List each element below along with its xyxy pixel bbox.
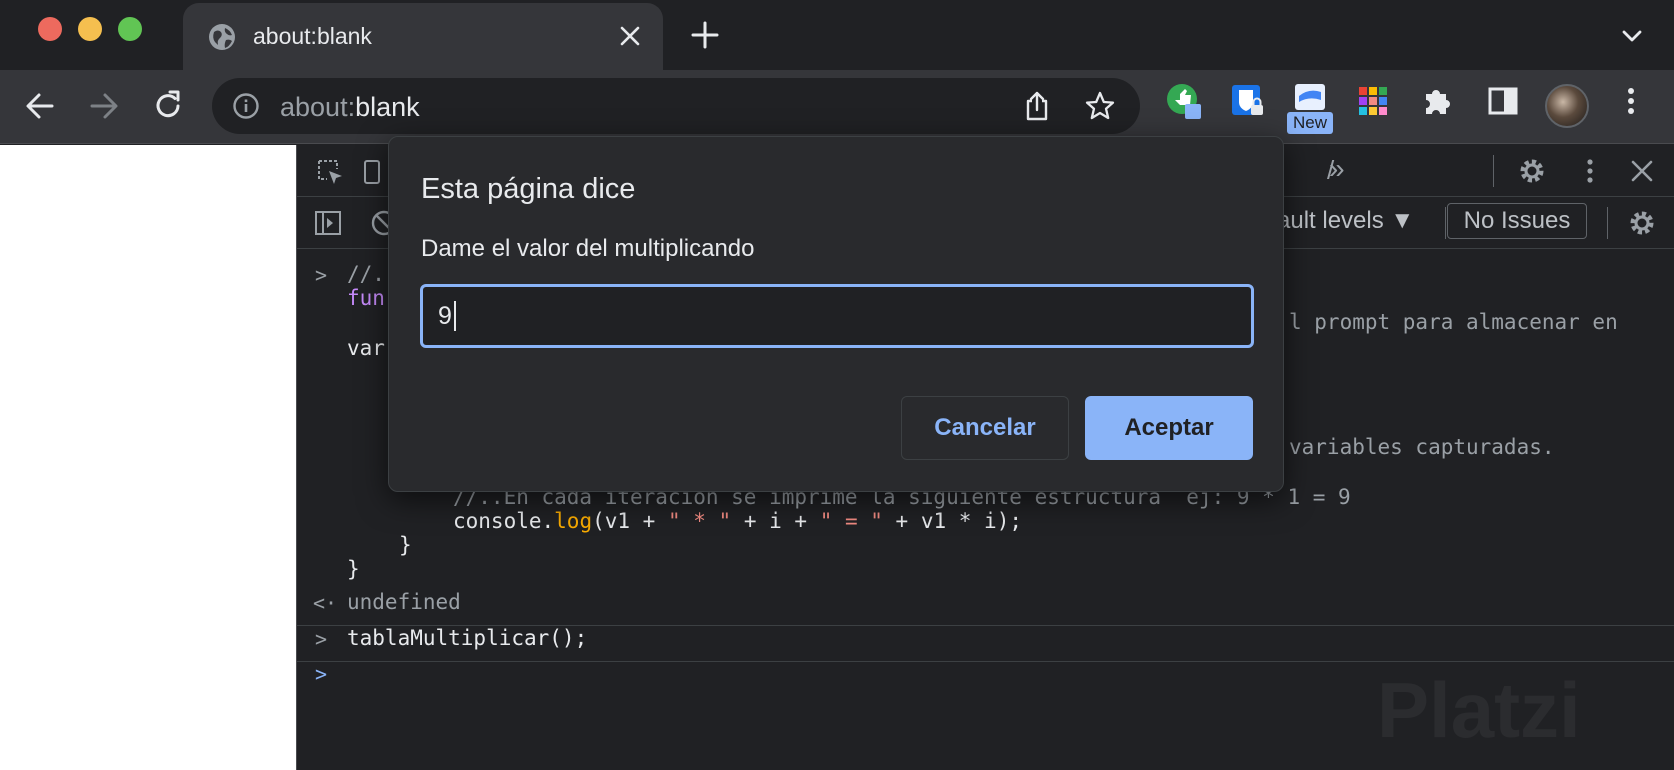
devtools-menu-icon[interactable] <box>1575 156 1605 186</box>
inspect-element-icon[interactable] <box>315 157 345 187</box>
new-badge: New <box>1287 112 1334 134</box>
text-caret <box>454 301 456 331</box>
accept-button[interactable]: Aceptar <box>1085 396 1253 460</box>
code-line: } <box>399 533 412 557</box>
dialog-title: Esta página dice <box>421 173 636 205</box>
page-content[interactable] <box>0 145 296 770</box>
address-bar[interactable]: about:blank <box>212 78 1140 134</box>
puzzle-icon[interactable] <box>1418 82 1456 120</box>
sidepanel-icon[interactable] <box>1484 82 1522 120</box>
code-line: } <box>347 557 360 581</box>
result-chevron-icon: <· <box>313 591 338 615</box>
console-result: undefined <box>347 590 461 614</box>
sidebar-toggle-icon[interactable] <box>313 208 343 238</box>
back-arrow-icon[interactable] <box>22 88 58 124</box>
reload-icon[interactable] <box>150 88 186 124</box>
url-text: about:blank <box>280 92 420 122</box>
menu-icon[interactable] <box>1612 82 1650 120</box>
code-line: var <box>347 336 385 360</box>
prompt-input[interactable] <box>420 284 1254 348</box>
input-chevron-icon: > <box>315 263 328 287</box>
more-tabs-icon[interactable]: » <box>1329 153 1345 185</box>
avatar[interactable] <box>1545 84 1589 128</box>
gear-icon[interactable] <box>1517 156 1547 186</box>
star-icon[interactable] <box>1084 90 1116 122</box>
prompt-dialog: Esta página dice Dame el valor del multi… <box>388 136 1284 492</box>
extension-shield-icon[interactable] <box>1228 82 1266 120</box>
console-settings-icon[interactable] <box>1627 208 1657 238</box>
plus-icon[interactable] <box>690 20 720 50</box>
browser-toolbar: about:blank New <box>0 70 1674 144</box>
cancel-button[interactable]: Cancelar <box>901 396 1069 460</box>
close-window-button[interactable] <box>38 17 62 41</box>
code-line: l prompt para almacenar en <box>1289 310 1618 334</box>
share-icon[interactable] <box>1022 90 1052 122</box>
code-line: console.log(v1 + " * " + i + " = " + v1 … <box>453 509 1022 533</box>
issues-button[interactable]: No Issues <box>1447 203 1587 239</box>
tab-strip: about:blank <box>0 0 1674 70</box>
tab-title: about:blank <box>253 23 372 49</box>
toolbar-divider <box>1445 207 1446 239</box>
input-chevron-icon: > <box>315 627 328 651</box>
platzi-watermark: Platzi <box>1377 666 1581 754</box>
chevron-down-icon[interactable] <box>1618 22 1646 50</box>
browser-tab[interactable]: about:blank <box>183 3 663 70</box>
minimize-window-button[interactable] <box>78 17 102 41</box>
dialog-message: Dame el valor del multiplicando <box>421 235 755 262</box>
maximize-window-button[interactable] <box>118 17 142 41</box>
device-toolbar-icon[interactable] <box>361 157 391 187</box>
log-levels-dropdown[interactable]: ault levels ▼ <box>1277 207 1414 235</box>
code-line: fun <box>347 286 385 310</box>
forward-arrow-icon[interactable] <box>86 88 122 124</box>
console-command: tablaMultiplicar(); <box>347 626 588 650</box>
code-line: variables capturadas. <box>1289 435 1555 459</box>
toolbar-divider <box>1607 207 1608 239</box>
console-prompt-icon: > <box>315 662 328 686</box>
close-icon[interactable] <box>617 23 643 49</box>
info-icon[interactable] <box>232 92 260 120</box>
extension-colors-icon[interactable] <box>1354 82 1392 120</box>
close-devtools-icon[interactable] <box>1627 156 1657 186</box>
toolbar-divider <box>1493 155 1494 187</box>
globe-icon <box>209 24 235 50</box>
extension-green-icon[interactable] <box>1165 82 1203 120</box>
